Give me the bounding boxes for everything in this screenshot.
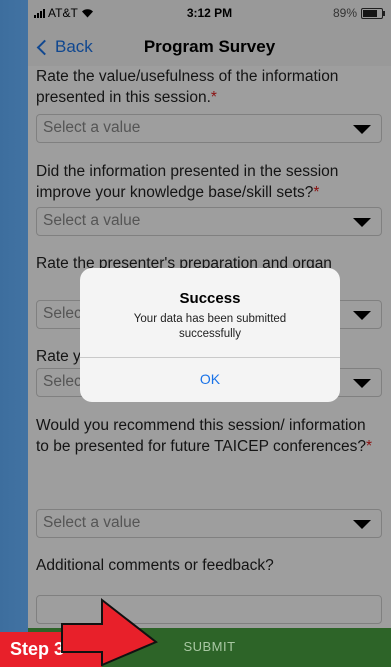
dialog-message: Your data has been submitted successfull… xyxy=(133,313,287,340)
success-dialog: Success Your data has been submitted suc… xyxy=(80,268,340,402)
arrow-right-icon xyxy=(61,597,158,667)
ok-button[interactable]: OK xyxy=(80,357,340,402)
dialog-title: Success xyxy=(179,290,241,307)
phone-screen: AT&T 3:12 PM 89% Back Program Survey Rat… xyxy=(28,0,391,667)
